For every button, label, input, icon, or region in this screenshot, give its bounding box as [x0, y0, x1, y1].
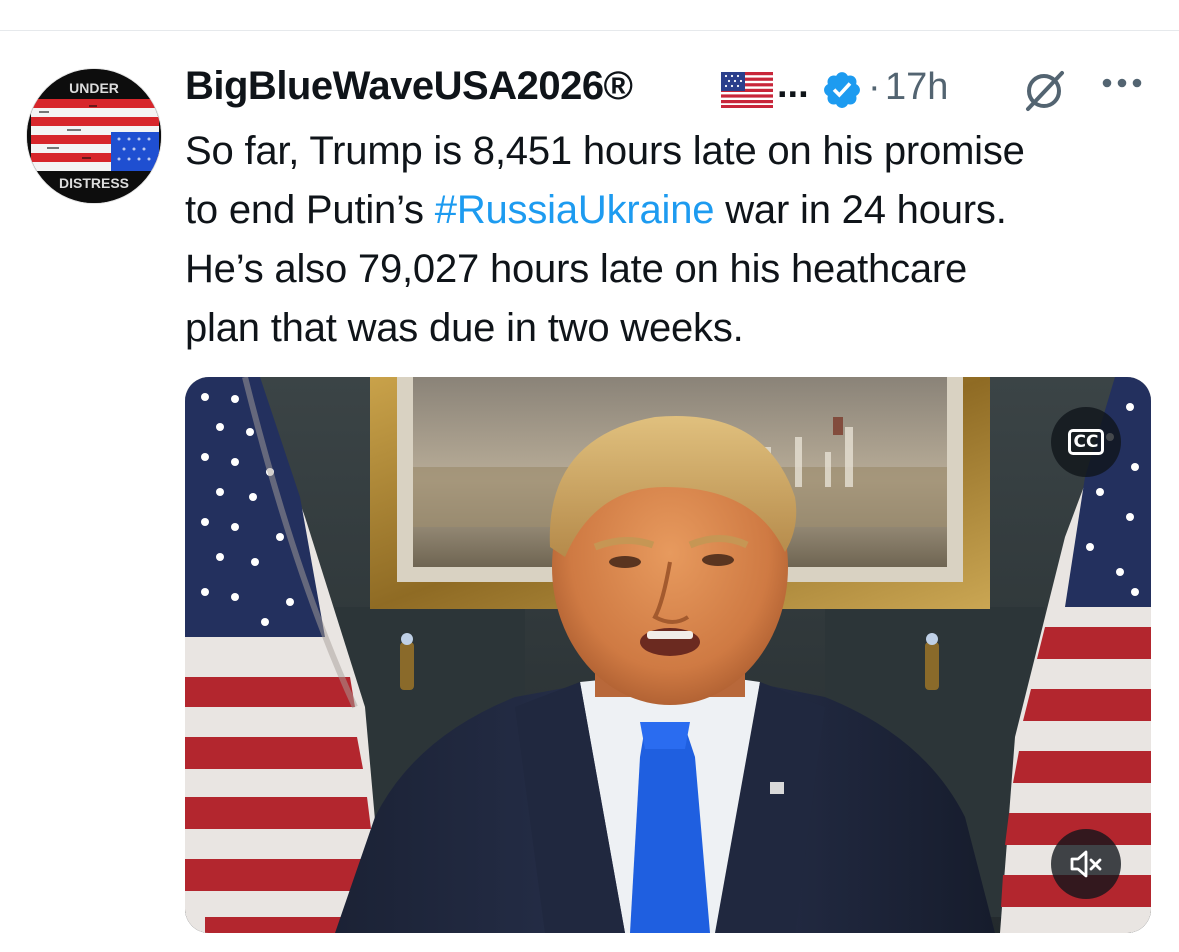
- grok-icon[interactable]: [1022, 67, 1068, 118]
- tweet-text-segment: to end Putin’s: [185, 188, 435, 232]
- tweet-text-segment: He’s also 79,027 hours late on his heath…: [185, 247, 968, 291]
- avatar[interactable]: UNDER DISTRESS: [27, 69, 161, 203]
- tweet-text-segment: So far, Trump is 8,451 hours late on his…: [185, 129, 1025, 173]
- video-frame-image: [185, 377, 1151, 933]
- tweet-text-segment: war in 24 hours.: [714, 188, 1007, 232]
- captions-label: CC: [1067, 429, 1105, 455]
- tweet-line-1: So far, Trump is 8,451 hours late on his…: [185, 122, 1160, 181]
- video-player[interactable]: CC: [185, 377, 1151, 933]
- tweet-text: So far, Trump is 8,451 hours late on his…: [185, 122, 1160, 358]
- avatar-bottom-text: DISTRESS: [59, 175, 129, 191]
- separator-dot: ·: [868, 66, 881, 108]
- tweet-line-3: He’s also 79,027 hours late on his heath…: [185, 240, 1160, 299]
- name-truncation: ...: [777, 64, 809, 106]
- hashtag-link[interactable]: #RussiaUkraine: [435, 188, 715, 232]
- closed-captions-icon[interactable]: CC: [1051, 407, 1121, 477]
- divider: [0, 30, 1179, 31]
- tweet-line-4: plan that was due in two weeks.: [185, 299, 1160, 358]
- display-name[interactable]: BigBlueWaveUSA2026®: [185, 64, 633, 109]
- us-flag-icon: [721, 72, 773, 113]
- timestamp[interactable]: 17h: [885, 66, 948, 109]
- tweet-line-2: to end Putin’s #RussiaUkraine war in 24 …: [185, 181, 1160, 240]
- verified-badge-icon[interactable]: [821, 69, 863, 116]
- tweet-text-segment: plan that was due in two weeks.: [185, 306, 744, 350]
- avatar-upside-down-flag-image: UNDER DISTRESS: [27, 69, 161, 203]
- more-options-icon[interactable]: [1101, 76, 1143, 95]
- avatar-top-text: UNDER: [69, 80, 119, 96]
- muted-speaker-icon[interactable]: [1051, 829, 1121, 899]
- tweet-header: BigBlueWaveUSA2026® ... · 17h: [185, 62, 1155, 118]
